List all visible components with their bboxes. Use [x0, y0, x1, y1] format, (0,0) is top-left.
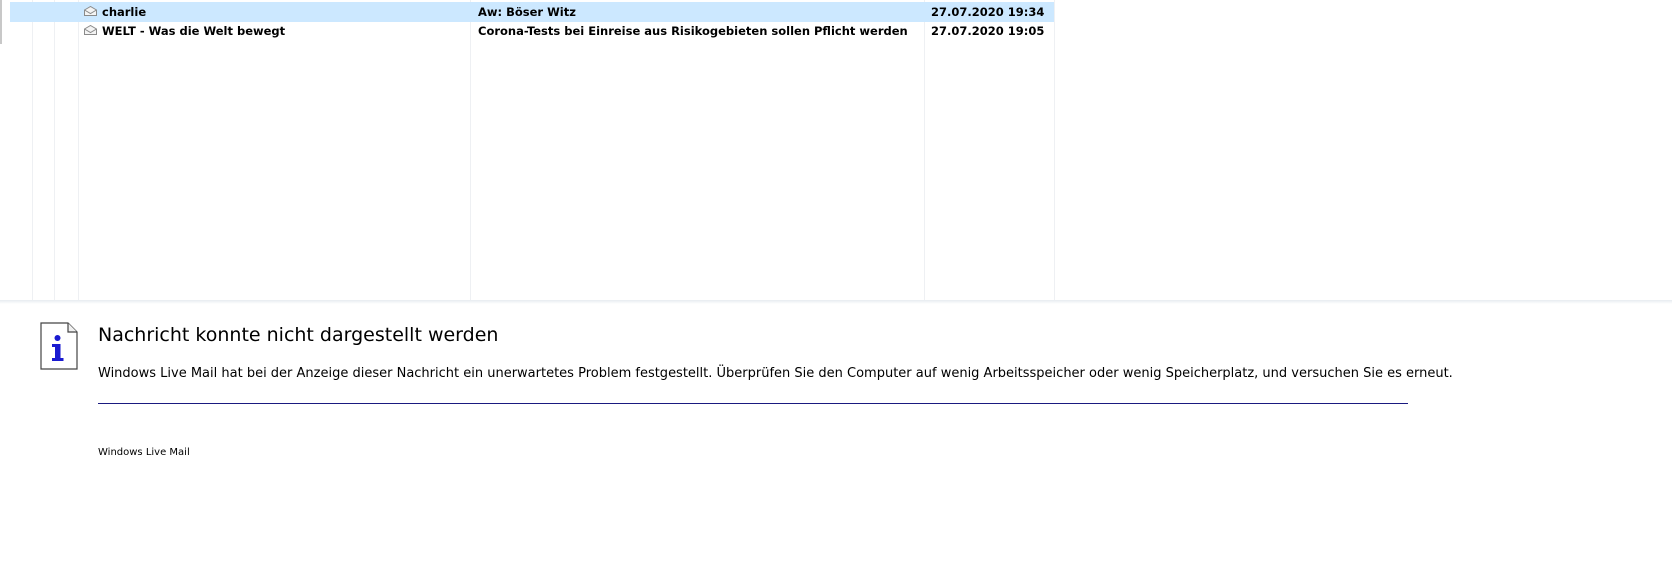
message-from: charlie	[102, 5, 147, 19]
message-from: WELT - Was die Welt bewegt	[102, 24, 286, 38]
error-footer: Windows Live Mail	[98, 447, 190, 458]
message-date: 27.07.2020 19:34	[931, 5, 1045, 19]
column-divider	[1054, 0, 1055, 302]
error-title: Nachricht konnte nicht dargestellt werde…	[98, 324, 499, 346]
message-row[interactable]: WELT - Was die Welt bewegt Corona-Tests …	[10, 21, 1054, 41]
message-date: 27.07.2020 19:05	[931, 24, 1045, 38]
column-divider	[32, 0, 33, 302]
reading-pane: Nachricht konnte nicht dargestellt werde…	[0, 304, 1672, 586]
mail-window: charlie Aw: Böser Witz 27.07.2020 19:34 …	[0, 0, 1672, 586]
column-divider	[924, 0, 925, 302]
message-list[interactable]: charlie Aw: Böser Witz 27.07.2020 19:34 …	[0, 0, 1672, 302]
column-divider	[54, 0, 55, 302]
error-message: Windows Live Mail hat bei der Anzeige di…	[98, 366, 1453, 381]
divider	[98, 403, 1408, 404]
scrollbar-stub[interactable]	[0, 0, 2, 44]
message-subject: Aw: Böser Witz	[478, 5, 576, 19]
info-document-icon	[40, 322, 78, 370]
message-subject: Corona-Tests bei Einreise aus Risikogebi…	[478, 24, 908, 38]
column-divider	[470, 0, 471, 302]
column-divider	[78, 0, 79, 302]
message-row[interactable]: charlie Aw: Böser Witz 27.07.2020 19:34	[10, 2, 1054, 22]
envelope-read-icon	[84, 6, 97, 16]
envelope-read-icon	[84, 25, 97, 35]
